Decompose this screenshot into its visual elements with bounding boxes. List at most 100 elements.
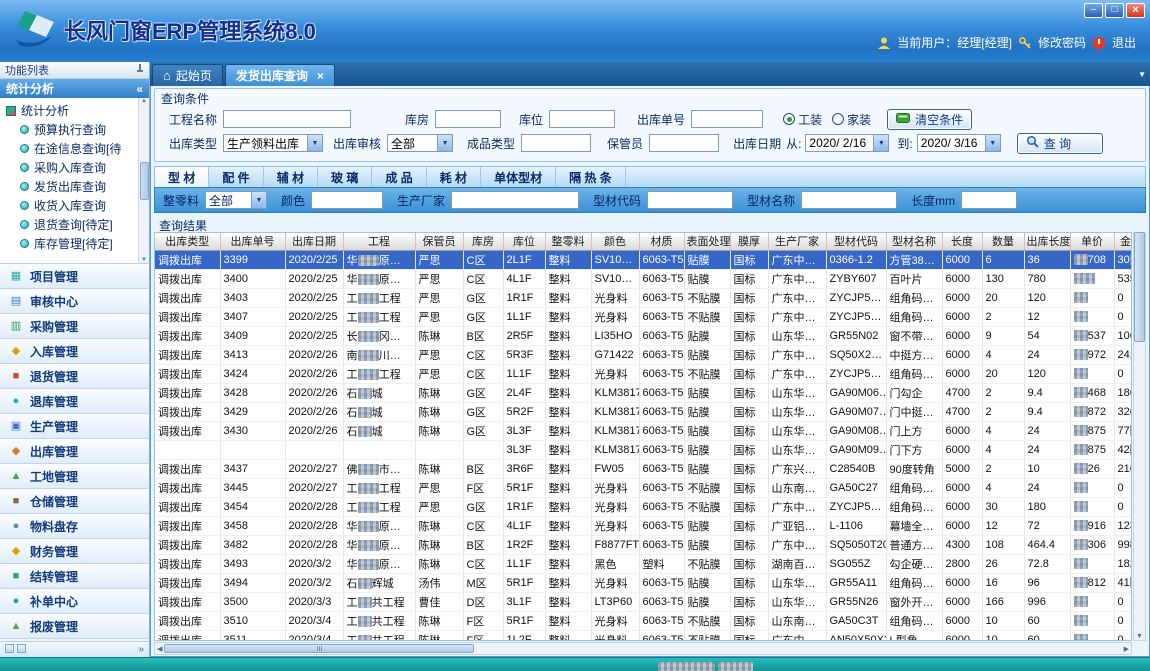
sidebar-item-采购管理[interactable]: ▥采购管理 bbox=[0, 314, 149, 339]
chevron-down-icon[interactable]: ▼ bbox=[307, 135, 322, 151]
column-header[interactable]: 工程 bbox=[343, 233, 415, 250]
column-header[interactable]: 库位 bbox=[503, 233, 545, 250]
location-input[interactable] bbox=[549, 110, 615, 128]
panel-icon[interactable] bbox=[17, 644, 26, 653]
material-tab-型材[interactable]: 型 材 bbox=[155, 167, 209, 187]
search-button[interactable]: 查 询 bbox=[1017, 133, 1103, 154]
sidebar-item-物料盘存[interactable]: ●物料盘存 bbox=[0, 514, 149, 539]
tab-起始页[interactable]: ⌂起始页 bbox=[152, 64, 223, 86]
jiazhuang-radio[interactable] bbox=[832, 113, 844, 125]
scroll-thumb[interactable] bbox=[164, 644, 474, 653]
table-row[interactable]: 调拨出库34032020/2/25工███工程严思G区1R1F整料光身料6063… bbox=[155, 288, 1132, 307]
table-row[interactable]: 调拨出库35112020/3/4工██共工程陈琳F区1L2F整料光身料6063-… bbox=[155, 630, 1132, 641]
scroll-up-icon[interactable]: ▲ bbox=[141, 98, 147, 104]
change-password-link[interactable]: 修改密码 bbox=[1038, 34, 1086, 51]
profile-code-input[interactable] bbox=[647, 191, 733, 209]
table-row[interactable]: 调拨出库34002020/2/25华███原…严思C区4L1F整料SV10…60… bbox=[155, 269, 1132, 288]
sidebar-item-结转管理[interactable]: ■结转管理 bbox=[0, 564, 149, 589]
sidebar-item-报废管理[interactable]: ▲报废管理 bbox=[0, 614, 149, 639]
warehouse-input[interactable] bbox=[435, 110, 501, 128]
table-row[interactable]: 调拨出库34372020/2/27佛███市…陈琳B区3R6F整料FW05606… bbox=[155, 459, 1132, 478]
date-from-picker[interactable]: 2020/ 2/16▼ bbox=[805, 134, 889, 152]
column-header[interactable]: 出库日期 bbox=[285, 233, 343, 250]
material-tab-单体型材[interactable]: 单体型材 bbox=[481, 167, 556, 187]
sidebar-section-header[interactable]: 统计分析 « bbox=[0, 79, 149, 98]
sidebar-item-补单中心[interactable]: ●补单中心 bbox=[0, 589, 149, 614]
scroll-right-icon[interactable]: ▶ bbox=[1124, 645, 1129, 653]
chevron-down-icon[interactable]: ▼ bbox=[873, 135, 888, 151]
column-header[interactable]: 型材代码 bbox=[826, 233, 886, 250]
material-tab-成品[interactable]: 成 品 bbox=[372, 167, 426, 187]
sidebar-item-工地管理[interactable]: ▲工地管理 bbox=[0, 464, 149, 489]
product-type-input[interactable] bbox=[521, 134, 591, 152]
sidebar-item-仓储管理[interactable]: ■仓储管理 bbox=[0, 489, 149, 514]
table-row[interactable]: 调拨出库35002020/3/3工██共工程曹佳D区3L1F整料LT3P6060… bbox=[155, 592, 1132, 611]
sidebar-item-入库管理[interactable]: ◆入库管理 bbox=[0, 339, 149, 364]
table-row[interactable]: 调拨出库34282020/2/26石██城陈琳G区2L4F整料KLM381760… bbox=[155, 383, 1132, 402]
scroll-left-icon[interactable]: ◀ bbox=[157, 645, 162, 653]
minimize-button[interactable]: – bbox=[1084, 3, 1103, 18]
sidebar-item-生产管理[interactable]: ▣生产管理 bbox=[0, 414, 149, 439]
tree-item[interactable]: 收货入库查询 bbox=[6, 196, 137, 215]
table-row[interactable]: 调拨出库34942020/3/2石██辉城汤伟M区5R1F整料光身料6063-T… bbox=[155, 573, 1132, 592]
sidebar-item-出库管理[interactable]: ◆出库管理 bbox=[0, 439, 149, 464]
tree-item[interactable]: 在途信息查询[待 bbox=[6, 139, 137, 158]
sidebar-item-审核中心[interactable]: ▤审核中心 bbox=[0, 289, 149, 314]
sidebar-item-财务管理[interactable]: ◆财务管理 bbox=[0, 539, 149, 564]
pin-icon[interactable] bbox=[136, 64, 144, 77]
column-header[interactable]: 表面处理 bbox=[684, 233, 730, 250]
scroll-down-icon[interactable]: ▼ bbox=[1136, 633, 1143, 640]
length-input[interactable] bbox=[961, 191, 1017, 209]
tree-item[interactable]: 库存管理[待定] bbox=[6, 234, 137, 253]
outbound-audit-select[interactable]: 全部▼ bbox=[387, 134, 453, 152]
material-tab-隔热条[interactable]: 隔 热 条 bbox=[556, 167, 626, 187]
column-header[interactable]: 膜厚 bbox=[730, 233, 768, 250]
tree-root-statistics[interactable]: 统计分析 bbox=[6, 101, 137, 120]
whole-part-select[interactable]: 全部▼ bbox=[205, 191, 267, 209]
tree-item[interactable]: 采购入库查询 bbox=[6, 158, 137, 177]
chevron-down-icon[interactable]: ▼ bbox=[437, 135, 452, 151]
keeper-input[interactable] bbox=[649, 134, 719, 152]
collapse-icon[interactable]: « bbox=[136, 82, 143, 96]
column-header[interactable]: 保管员 bbox=[415, 233, 463, 250]
tree-item[interactable]: 退货查询[待定] bbox=[6, 215, 137, 234]
material-tab-耗材[interactable]: 耗 材 bbox=[427, 167, 481, 187]
maximize-button[interactable]: □ bbox=[1105, 3, 1124, 18]
scroll-thumb[interactable] bbox=[1134, 232, 1145, 342]
material-tab-配件[interactable]: 配 件 bbox=[209, 167, 263, 187]
panel-icon[interactable] bbox=[5, 644, 14, 653]
table-row[interactable]: 调拨出库34452020/2/27工███工程严思F区5R1F整料光身料6063… bbox=[155, 478, 1132, 497]
color-input[interactable] bbox=[311, 191, 383, 209]
gongzhuang-radio[interactable] bbox=[783, 113, 795, 125]
table-row[interactable]: 调拨出库33992020/2/25华███原…严思C区2L1F整料SV10…60… bbox=[155, 250, 1132, 269]
more-panels-icon[interactable]: » bbox=[138, 644, 144, 655]
column-header[interactable]: 单价 bbox=[1070, 233, 1114, 250]
table-row[interactable]: 调拨出库34822020/2/28华███原…陈琳B区1R2F整料F8877FT… bbox=[155, 535, 1132, 554]
material-tab-玻璃[interactable]: 玻 璃 bbox=[318, 167, 372, 187]
table-row[interactable]: 调拨出库34242020/2/26工███工程严思C区1L1F整料光身料6063… bbox=[155, 364, 1132, 383]
table-row[interactable]: 调拨出库34302020/2/26石██城陈琳G区3L3F整料KLM381760… bbox=[155, 421, 1132, 440]
close-button[interactable]: × bbox=[1126, 3, 1145, 18]
vertical-scrollbar[interactable]: ▲ ▼ bbox=[1133, 232, 1146, 641]
outbound-type-select[interactable]: 生产领料出库▼ bbox=[223, 134, 323, 152]
scroll-down-icon[interactable]: ▼ bbox=[141, 257, 147, 263]
tab-发货出库查询[interactable]: 发货出库查询× bbox=[225, 64, 335, 86]
clear-conditions-button[interactable]: 清空条件 bbox=[887, 109, 972, 130]
logout-link[interactable]: 退出 bbox=[1112, 34, 1136, 51]
column-header[interactable]: 库房 bbox=[463, 233, 503, 250]
column-header[interactable]: 数量 bbox=[982, 233, 1024, 250]
scroll-thumb[interactable] bbox=[140, 162, 149, 200]
tab-close-icon[interactable]: × bbox=[317, 69, 324, 83]
date-to-picker[interactable]: 2020/ 3/16▼ bbox=[917, 134, 1001, 152]
table-row[interactable]: 调拨出库34132020/2/26南███川…严思C区5R3F整料G714226… bbox=[155, 345, 1132, 364]
tree-item[interactable]: 发货出库查询 bbox=[6, 177, 137, 196]
column-header[interactable]: 出库类型 bbox=[155, 233, 220, 250]
column-header[interactable]: 长度 bbox=[942, 233, 982, 250]
column-header[interactable]: 生产厂家 bbox=[768, 233, 826, 250]
column-header[interactable]: 颜色 bbox=[591, 233, 639, 250]
profile-name-input[interactable] bbox=[801, 191, 897, 209]
column-header[interactable]: 型材名称 bbox=[886, 233, 942, 250]
horizontal-scrollbar[interactable]: ◀ ▶ bbox=[154, 642, 1132, 655]
tree-scrollbar[interactable]: ▲ ▼ bbox=[138, 98, 149, 263]
chevron-down-icon[interactable]: ▼ bbox=[985, 135, 1000, 151]
